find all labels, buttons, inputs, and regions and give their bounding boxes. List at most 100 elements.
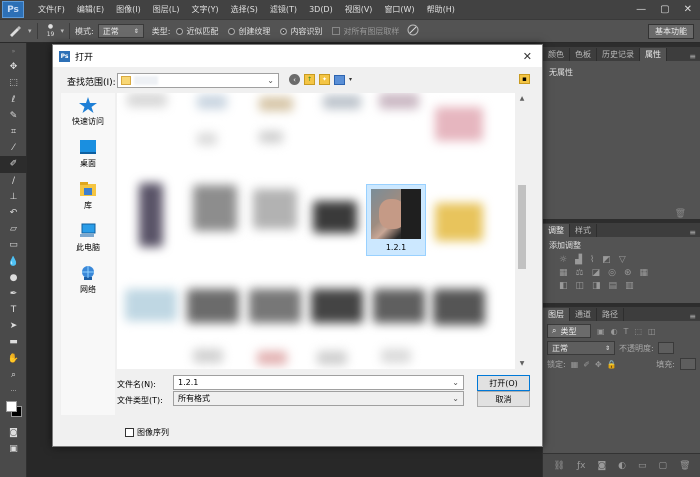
curves-icon[interactable]: ⌇: [590, 255, 594, 265]
file-thumbnail[interactable]: [193, 349, 223, 363]
gradient-tool-icon[interactable]: ▭: [0, 237, 27, 253]
lock-pixels-icon[interactable]: ✐: [583, 360, 590, 369]
view-menu-icon[interactable]: [334, 74, 345, 85]
file-thumbnail[interactable]: [373, 289, 425, 323]
brush-picker-chevron-icon[interactable]: ▾: [61, 27, 65, 35]
view-menu-chevron-icon[interactable]: ▾: [349, 76, 352, 83]
image-sequence-checkbox[interactable]: 图像序列: [125, 427, 169, 438]
color-lookup-icon[interactable]: ▦: [640, 268, 649, 278]
gradient-map-icon[interactable]: ▥: [625, 281, 634, 291]
tool-preset-chevron-icon[interactable]: ▾: [28, 27, 32, 35]
quick-mask-icon[interactable]: ◙: [0, 425, 27, 441]
maximize-button[interactable]: ▢: [660, 4, 669, 15]
filename-input[interactable]: 1.2.1 ⌄: [173, 375, 464, 390]
marquee-tool-icon[interactable]: ⬚: [0, 75, 27, 91]
file-thumbnail[interactable]: [435, 203, 483, 241]
place-libraries[interactable]: 库: [61, 181, 115, 219]
opacity-field[interactable]: [657, 342, 674, 354]
filter-smart-icon[interactable]: ◫: [648, 327, 656, 336]
file-thumbnail[interactable]: [257, 351, 287, 365]
file-thumbnail[interactable]: [249, 289, 301, 323]
clone-stamp-tool-icon[interactable]: ⊥: [0, 189, 27, 205]
crop-tool-icon[interactable]: ⌗: [0, 124, 27, 140]
spot-healing-brush-icon[interactable]: [8, 23, 28, 39]
filename-dropdown-icon[interactable]: ⌄: [452, 378, 459, 387]
lookin-select[interactable]: ⌄: [117, 73, 279, 88]
layers-panel-menu-icon[interactable]: ≡: [689, 312, 700, 321]
shape-tool-icon[interactable]: ▬: [0, 334, 27, 350]
tab-channels[interactable]: 通道: [570, 308, 597, 321]
file-thumbnail[interactable]: [323, 95, 361, 109]
brush-size-picker[interactable]: ● 19: [43, 23, 59, 39]
menu-view[interactable]: 视图(V): [339, 4, 379, 15]
selected-file-item[interactable]: 1.2.1: [366, 184, 426, 256]
scroll-up-icon[interactable]: ▲: [515, 95, 529, 102]
screen-mode-icon[interactable]: ▣: [0, 441, 27, 457]
radio-create-texture[interactable]: 创建纹理: [228, 26, 270, 37]
history-brush-tool-icon[interactable]: ↶: [0, 205, 27, 221]
tab-swatches[interactable]: 色板: [570, 48, 597, 61]
posterize-icon[interactable]: ◫: [576, 281, 585, 291]
menu-type[interactable]: 文字(Y): [185, 4, 224, 15]
color-balance-icon[interactable]: ⚖: [576, 268, 584, 278]
file-thumbnail[interactable]: [139, 183, 163, 247]
file-thumbnail[interactable]: [259, 97, 293, 111]
file-thumbnail[interactable]: [187, 289, 239, 323]
tab-history[interactable]: 历史记录: [597, 48, 640, 61]
eraser-tool-icon[interactable]: ▱: [0, 221, 27, 237]
file-thumbnail[interactable]: [313, 201, 357, 233]
scroll-thumb[interactable]: [518, 185, 526, 269]
fill-field[interactable]: [680, 358, 696, 370]
tab-adjustments[interactable]: 调整: [543, 224, 570, 237]
new-adjustment-icon[interactable]: ◐: [618, 461, 626, 471]
type-tool-icon[interactable]: T: [0, 302, 27, 318]
menu-window[interactable]: 窗口(W): [378, 4, 420, 15]
scroll-down-icon[interactable]: ▼: [515, 360, 529, 367]
lasso-tool-icon[interactable]: ℓ: [0, 92, 27, 108]
menu-3d[interactable]: 3D(D): [303, 5, 339, 14]
healing-brush-tool-icon[interactable]: ✐: [0, 156, 27, 173]
menu-select[interactable]: 选择(S): [225, 4, 264, 15]
menu-image[interactable]: 图像(I): [110, 4, 147, 15]
black-white-icon[interactable]: ◪: [592, 268, 601, 278]
radio-content-aware[interactable]: 内容识别: [280, 26, 322, 37]
filter-pixel-icon[interactable]: ▣: [597, 327, 605, 336]
menu-file[interactable]: 文件(F): [32, 4, 71, 15]
filter-shape-icon[interactable]: ⬚: [634, 327, 642, 336]
mode-select[interactable]: 正常 ⇕: [97, 24, 144, 38]
radio-proximity-match[interactable]: 近似匹配: [176, 26, 218, 37]
adjust-panel-menu-icon[interactable]: ≡: [689, 228, 700, 237]
menu-filter[interactable]: 滤镜(T): [264, 4, 303, 15]
exposure-icon[interactable]: ◩: [602, 255, 611, 265]
new-layer-icon[interactable]: ▢: [659, 461, 668, 471]
place-quick-access[interactable]: 快速访问: [61, 97, 115, 135]
properties-trash-icon[interactable]: 🗑: [675, 209, 686, 219]
new-folder-icon[interactable]: ✦: [319, 74, 330, 85]
blend-mode-select[interactable]: 正常 ⇕: [547, 341, 615, 355]
selective-color-icon[interactable]: ▤: [609, 281, 618, 291]
panel-menu-icon[interactable]: ≡: [689, 52, 700, 61]
lock-all-icon[interactable]: 🔒: [607, 360, 617, 369]
invert-icon[interactable]: ◧: [559, 281, 568, 291]
tab-properties[interactable]: 属性: [640, 48, 667, 61]
file-thumbnail[interactable]: [259, 131, 283, 143]
up-folder-icon[interactable]: ↑: [304, 74, 315, 85]
file-thumbnail[interactable]: [317, 351, 347, 365]
threshold-icon[interactable]: ◨: [592, 281, 601, 291]
filter-type-icon[interactable]: T: [624, 327, 629, 336]
photo-filter-icon[interactable]: ◎: [608, 268, 616, 278]
menu-help[interactable]: 帮助(H): [421, 4, 461, 15]
minimize-button[interactable]: —: [636, 4, 646, 15]
add-mask-icon[interactable]: ◙: [597, 461, 606, 471]
channel-mixer-icon[interactable]: ⊛: [624, 268, 632, 278]
dialog-close-icon[interactable]: ✕: [523, 50, 532, 63]
file-thumbnail[interactable]: [311, 289, 363, 323]
quick-select-tool-icon[interactable]: ✎: [0, 108, 27, 124]
layer-style-icon[interactable]: ƒx: [577, 461, 586, 471]
pressure-brush-icon[interactable]: [407, 24, 419, 38]
pen-tool-icon[interactable]: ✒: [0, 286, 27, 302]
more-tools-icon[interactable]: ···: [0, 383, 27, 399]
menu-edit[interactable]: 编辑(E): [71, 4, 110, 15]
layer-filter-select[interactable]: ⌕ 类型: [547, 324, 591, 338]
folder-preview-icon[interactable]: ▪: [519, 74, 530, 84]
